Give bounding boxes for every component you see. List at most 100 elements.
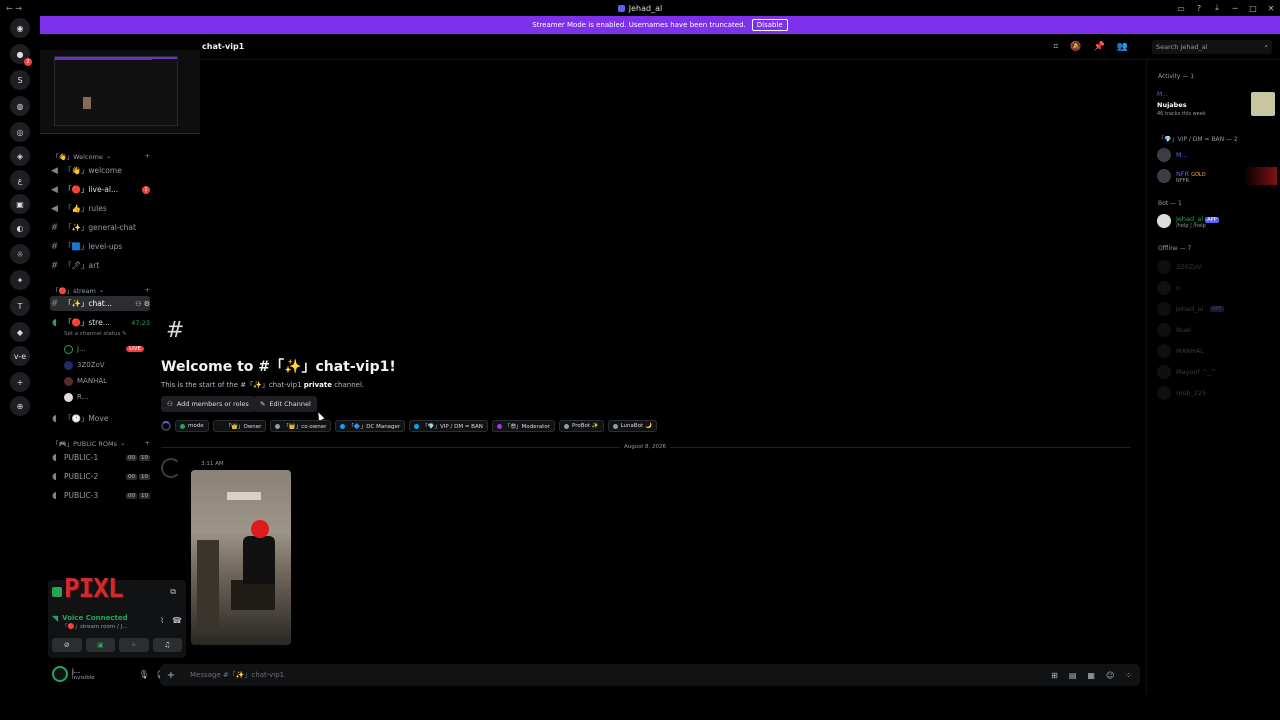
- category-public-roms[interactable]: 「🎮」PUBLIC ROMs ⌄ +: [52, 438, 150, 448]
- emoji-icon[interactable]: ☺: [1106, 671, 1114, 680]
- server-icon[interactable]: ◍: [10, 96, 30, 116]
- server-icon[interactable]: ● 2: [10, 44, 32, 66]
- server-icon[interactable]: ☼: [10, 244, 30, 264]
- invite-settings-icons[interactable]: ⚇ ⚙: [135, 300, 150, 308]
- avatar: [1157, 365, 1171, 379]
- channel-welcome[interactable]: ◀ 「👋」welcome: [50, 163, 150, 178]
- member-list-icon[interactable]: 👥: [1117, 42, 1128, 52]
- role-chip[interactable]: 「💎」VIP / DM = BAN: [409, 420, 488, 432]
- voice-channel-move[interactable]: ◖ 「🕐」Move: [50, 411, 150, 426]
- popout-icon[interactable]: ⧉: [170, 587, 176, 597]
- avatar: [1157, 302, 1171, 316]
- server-icon[interactable]: ◆: [10, 322, 30, 342]
- megaphone-icon: ◀: [51, 165, 58, 176]
- activity-card[interactable]: M... Nujabes 46 tracks this week: [1153, 88, 1277, 120]
- channel-art[interactable]: # 「🖊」art: [50, 258, 150, 273]
- avatar: [1157, 260, 1171, 274]
- member-item[interactable]: Mayoof ^_^: [1157, 363, 1277, 381]
- channel-general-chat[interactable]: # 「✨」general-chat: [50, 220, 150, 235]
- role-chip[interactable]: LunaBot 🌙: [607, 420, 657, 432]
- sticker-icon[interactable]: ▦: [1087, 671, 1095, 680]
- voice-user[interactable]: MANHAL: [64, 375, 144, 387]
- minimize-button[interactable]: ─: [1226, 4, 1244, 13]
- gift-icon[interactable]: ▤: [1069, 671, 1077, 680]
- role-chip[interactable]: mode: [175, 420, 209, 432]
- category-stream[interactable]: 「🔴」stream ⌄ +: [52, 285, 150, 295]
- soundboard-button[interactable]: ♫: [152, 638, 182, 652]
- close-button[interactable]: ✕: [1262, 4, 1280, 13]
- edit-channel-button[interactable]: ✎ Edit Channel: [254, 396, 317, 412]
- activity-heading: Activity — 1: [1158, 73, 1195, 80]
- server-icon[interactable]: ◈: [10, 146, 30, 166]
- server-icon[interactable]: S: [10, 70, 30, 90]
- voice-channel-public-2[interactable]: ◖ PUBLIC-2 00 10: [50, 469, 150, 484]
- member-item[interactable]: M...: [1157, 146, 1277, 164]
- voice-user[interactable]: j... LIVE: [64, 343, 144, 355]
- image-attachment[interactable]: [191, 470, 291, 645]
- activities-button[interactable]: ⁘: [119, 638, 149, 652]
- server-icon[interactable]: ◐: [10, 218, 30, 238]
- add-channel-icon[interactable]: +: [145, 439, 150, 447]
- server-icon[interactable]: v-e: [10, 346, 30, 366]
- voice-channel-stream[interactable]: ◖ 「🔴」stre... 47:23: [50, 315, 150, 330]
- member-item[interactable]: o: [1157, 279, 1277, 297]
- server-icon[interactable]: ع: [10, 170, 30, 190]
- apps-icon[interactable]: ⊞: [1051, 671, 1058, 680]
- search-input[interactable]: Search Jehad_al ⌕: [1152, 39, 1272, 54]
- server-icon[interactable]: ✦: [10, 270, 30, 290]
- server-rail: ◉ ● 2 S ◍ ◎ ◈ ع ▣ ◐ ☼ ✦ T ◆ v-e + ⊕: [0, 16, 40, 694]
- message-input[interactable]: Message #「✨」chat-vip1: [190, 670, 284, 680]
- camera-off-button[interactable]: ⊘: [52, 638, 82, 652]
- voice-user[interactable]: R...: [64, 391, 144, 403]
- role-chip[interactable]: 「👑」co owner: [270, 420, 332, 432]
- server-icon[interactable]: +: [10, 372, 30, 392]
- member-item[interactable]: roob_225: [1157, 384, 1277, 402]
- channel-status-hint[interactable]: Set a channel status ✎: [64, 331, 127, 337]
- chevron-down-icon: ⌄: [98, 286, 105, 294]
- member-item[interactable]: NFR GOLD NFFR: [1157, 167, 1277, 185]
- noise-suppression-icon[interactable]: ⌇: [160, 616, 164, 625]
- notification-bell-off-icon[interactable]: 🔕: [1070, 42, 1081, 52]
- inbox-icon[interactable]: ▭: [1172, 4, 1190, 13]
- disconnect-icon[interactable]: ☎: [172, 616, 182, 625]
- member-item[interactable]: MANHAL: [1157, 342, 1277, 360]
- message-avatar[interactable]: [161, 458, 181, 478]
- voice-channel-public-1[interactable]: ◖ PUBLIC-1 00 10: [50, 450, 150, 465]
- voice-channel-public-3[interactable]: ◖ PUBLIC-3 00 10: [50, 488, 150, 503]
- add-channel-icon[interactable]: +: [145, 286, 150, 294]
- role-chip[interactable]: 「🔷」DC Manager: [335, 420, 406, 432]
- server-icon[interactable]: ⊕: [10, 396, 30, 416]
- add-channel-icon[interactable]: +: [145, 152, 150, 160]
- role-chip[interactable]: ProBot ✨: [558, 420, 604, 432]
- microphone-icon[interactable]: 🎙: [139, 670, 149, 679]
- server-icon[interactable]: T: [10, 296, 30, 316]
- maximize-button[interactable]: □: [1244, 4, 1262, 13]
- welcome-subtitle: This is the start of the #「✨」chat-vip1 p…: [161, 381, 365, 389]
- server-icon[interactable]: ◎: [10, 122, 30, 142]
- stream-preview[interactable]: [40, 50, 200, 134]
- screen-share-button[interactable]: ▣: [85, 638, 115, 652]
- channel-level-ups[interactable]: # 「🟦」level-ups: [50, 239, 150, 254]
- activities-icon[interactable]: ⁘: [1125, 671, 1132, 680]
- channel-chat-vip1[interactable]: # 「✨」chat... ⚇ ⚙: [50, 296, 150, 311]
- add-members-button[interactable]: ⚇ Add members or roles: [161, 396, 255, 412]
- threads-icon[interactable]: ⌗: [1053, 42, 1058, 52]
- pin-icon[interactable]: 📌: [1094, 42, 1105, 52]
- role-chip[interactable]: 「👑」Owner: [212, 420, 267, 432]
- member-item[interactable]: 3Z0ZoV: [1157, 258, 1277, 276]
- voice-user[interactable]: 3Z0ZoV: [64, 359, 144, 371]
- server-icon[interactable]: ◉: [10, 18, 30, 38]
- member-item[interactable]: Nuel: [1157, 321, 1277, 339]
- role-chip[interactable]: 「😎」Moderator: [491, 420, 555, 432]
- member-item[interactable]: Jehad_al APP: [1157, 300, 1277, 318]
- member-item[interactable]: Jehad_al APP/help | /help: [1157, 212, 1277, 230]
- category-welcome[interactable]: 「👋」Welcome ⌄ +: [52, 151, 150, 161]
- download-icon[interactable]: ⤓: [1208, 3, 1226, 13]
- avatar[interactable]: [52, 666, 68, 682]
- help-icon[interactable]: ?: [1190, 4, 1208, 13]
- attach-plus-icon[interactable]: +: [160, 670, 182, 681]
- disable-streamer-mode-button[interactable]: Disable: [751, 19, 788, 31]
- channel-live[interactable]: ◀ 「🔴」live-al... 1: [50, 182, 150, 197]
- server-icon[interactable]: ▣: [10, 194, 30, 214]
- channel-rules[interactable]: ◀ 「👍」rules: [50, 201, 150, 216]
